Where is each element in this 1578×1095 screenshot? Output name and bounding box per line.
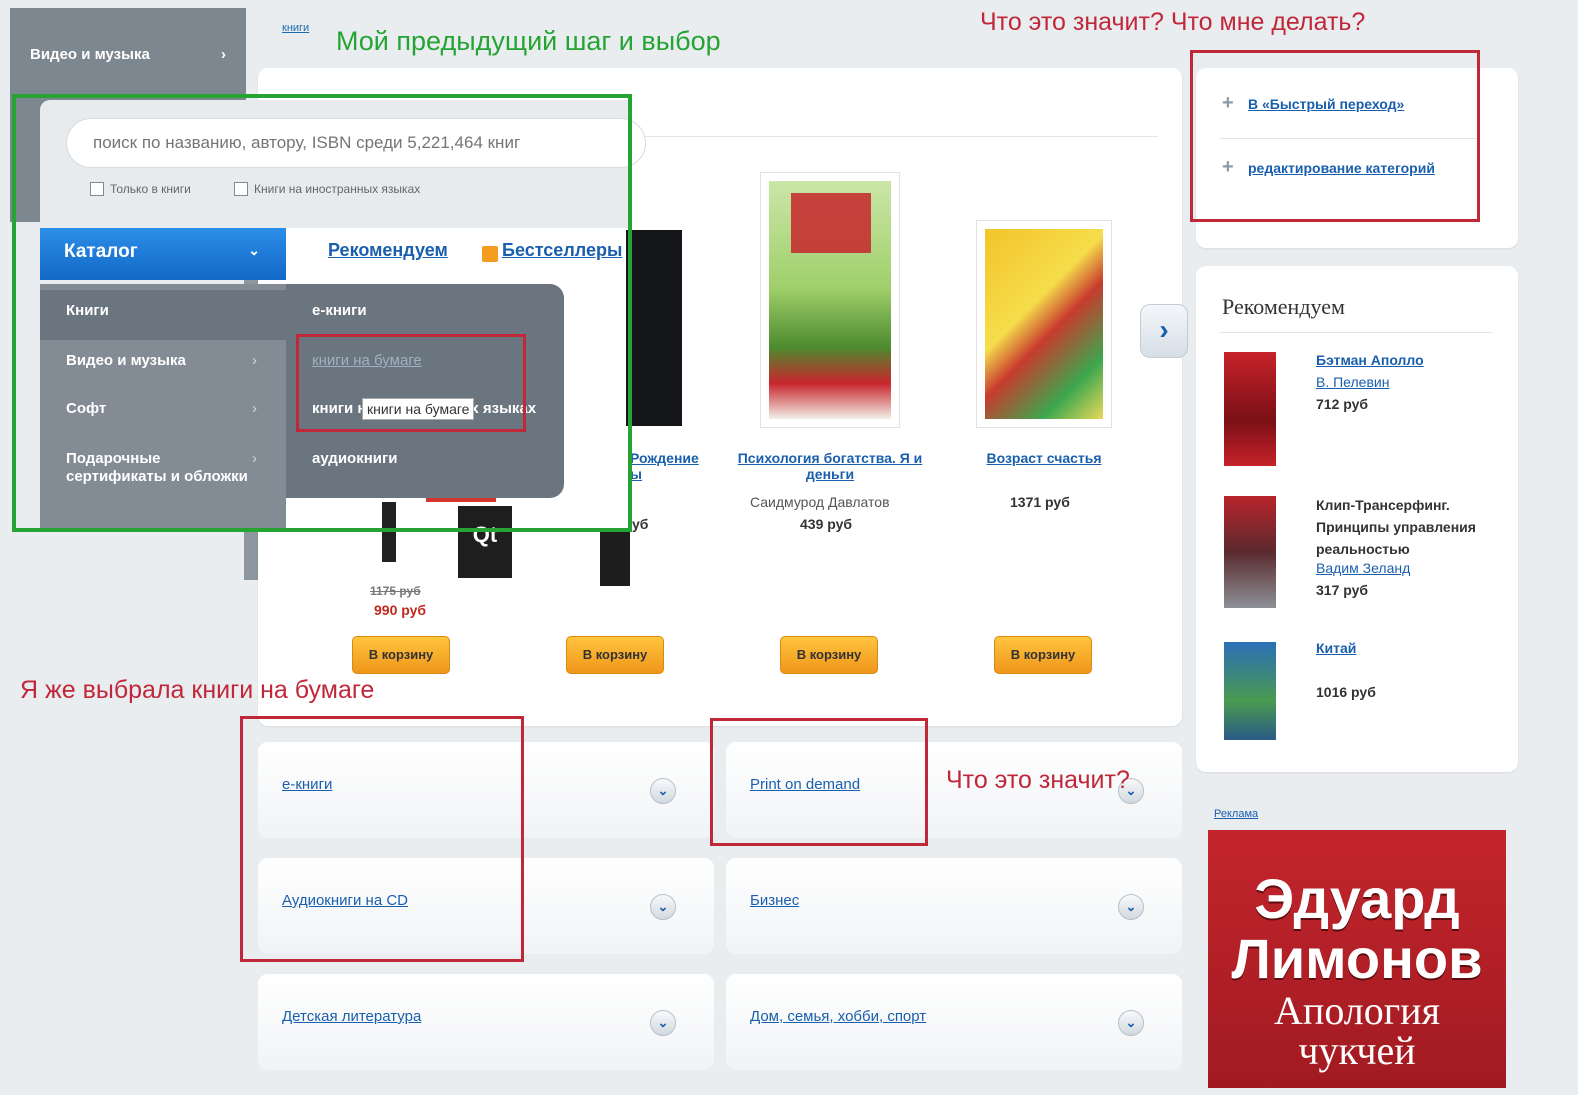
book-price: уб — [632, 516, 649, 532]
book-thumbnail[interactable] — [1224, 642, 1276, 740]
book-author: Саидмурод Давлатов — [750, 494, 890, 510]
annotation-question-top: Что это значит? Что мне делать? — [980, 8, 1366, 36]
category-label: Бизнес — [750, 892, 800, 909]
rec-price: 1016 руб — [1316, 684, 1376, 700]
left-sidebar-item-label: Видео и музыка — [30, 46, 150, 63]
carousel-next-button[interactable]: › — [1140, 304, 1188, 358]
category-card[interactable]: Бизнес ⌄ — [726, 858, 1182, 954]
chevron-down-icon[interactable]: ⌄ — [650, 778, 676, 804]
recommend-title: Рекомендуем — [1222, 294, 1345, 319]
annotation-red-frame — [1190, 50, 1480, 222]
ad-label[interactable]: Реклама — [1214, 808, 1258, 820]
rec-title[interactable]: Клип-Трансерфинг. Принципы управления ре… — [1316, 494, 1496, 560]
annotation-question: Что это значит? — [946, 766, 1130, 794]
rec-price: 317 руб — [1316, 582, 1369, 598]
ad-author-last: Лимонов — [1231, 927, 1483, 990]
ad-book-line2: чукчей — [1298, 1028, 1416, 1073]
chevron-right-icon: › — [221, 46, 226, 63]
ad-book-line1: Апология — [1274, 988, 1440, 1033]
rec-title-link[interactable]: Бэтман Аполло — [1316, 352, 1424, 368]
add-to-cart-button[interactable]: В корзину — [994, 636, 1092, 674]
book-title-link[interactable]: Психология богатства. Я и деньги — [730, 450, 930, 482]
ad-banner[interactable]: Эдуард Лимонов Апология чукчей — [1208, 830, 1506, 1088]
chevron-down-icon[interactable]: ⌄ — [650, 1010, 676, 1036]
book-title-link[interactable]: Возраст счастья — [984, 450, 1104, 466]
add-to-cart-button[interactable]: В корзину — [352, 636, 450, 674]
book-spine — [600, 530, 630, 586]
add-to-cart-button[interactable]: В корзину — [566, 636, 664, 674]
book-price: 439 руб — [800, 516, 853, 532]
book-title-link[interactable]: Рождение ы — [630, 450, 710, 482]
rec-author-link[interactable]: Вадим Зеланд — [1316, 560, 1410, 576]
left-sidebar-item-video[interactable]: Видео и музыка › — [10, 38, 246, 74]
rec-title-link[interactable]: Китай — [1316, 640, 1356, 656]
chevron-down-icon[interactable]: ⌄ — [650, 894, 676, 920]
book-thumbnail[interactable] — [1224, 496, 1276, 608]
book-price: 990 руб — [374, 602, 427, 618]
category-label: Дом, семья, хобби, спорт — [750, 1008, 927, 1025]
annotation-prev-step: Мой предыдущий шаг и выбор — [336, 26, 721, 56]
category-card[interactable]: Детская литература ⌄ — [258, 974, 714, 1070]
chevron-down-icon[interactable]: ⌄ — [1118, 894, 1144, 920]
book-cover[interactable] — [760, 172, 900, 428]
book-price: 1371 руб — [1010, 494, 1070, 510]
add-to-cart-button[interactable]: В корзину — [780, 636, 878, 674]
breadcrumb[interactable]: книги — [282, 22, 309, 34]
book-old-price: 1175 руб — [370, 584, 421, 598]
book-cover[interactable] — [976, 220, 1112, 428]
annotation-green-frame — [12, 94, 632, 532]
divider — [1220, 332, 1492, 333]
category-label: Детская литература — [282, 1008, 422, 1025]
book-cover[interactable] — [626, 230, 682, 426]
rec-price: 712 руб — [1316, 396, 1369, 412]
category-card[interactable]: Дом, семья, хобби, спорт ⌄ — [726, 974, 1182, 1070]
book-thumbnail[interactable] — [1224, 352, 1276, 466]
annotation-chose-paper: Я же выбрала книги на бумаге — [20, 676, 375, 704]
annotation-red-frame — [296, 334, 526, 432]
annotation-red-frame — [240, 716, 524, 962]
ad-author-first: Эдуард — [1254, 867, 1460, 930]
chevron-down-icon[interactable]: ⌄ — [1118, 1010, 1144, 1036]
annotation-red-frame — [710, 718, 928, 846]
rec-author-link[interactable]: В. Пелевин — [1316, 374, 1389, 390]
